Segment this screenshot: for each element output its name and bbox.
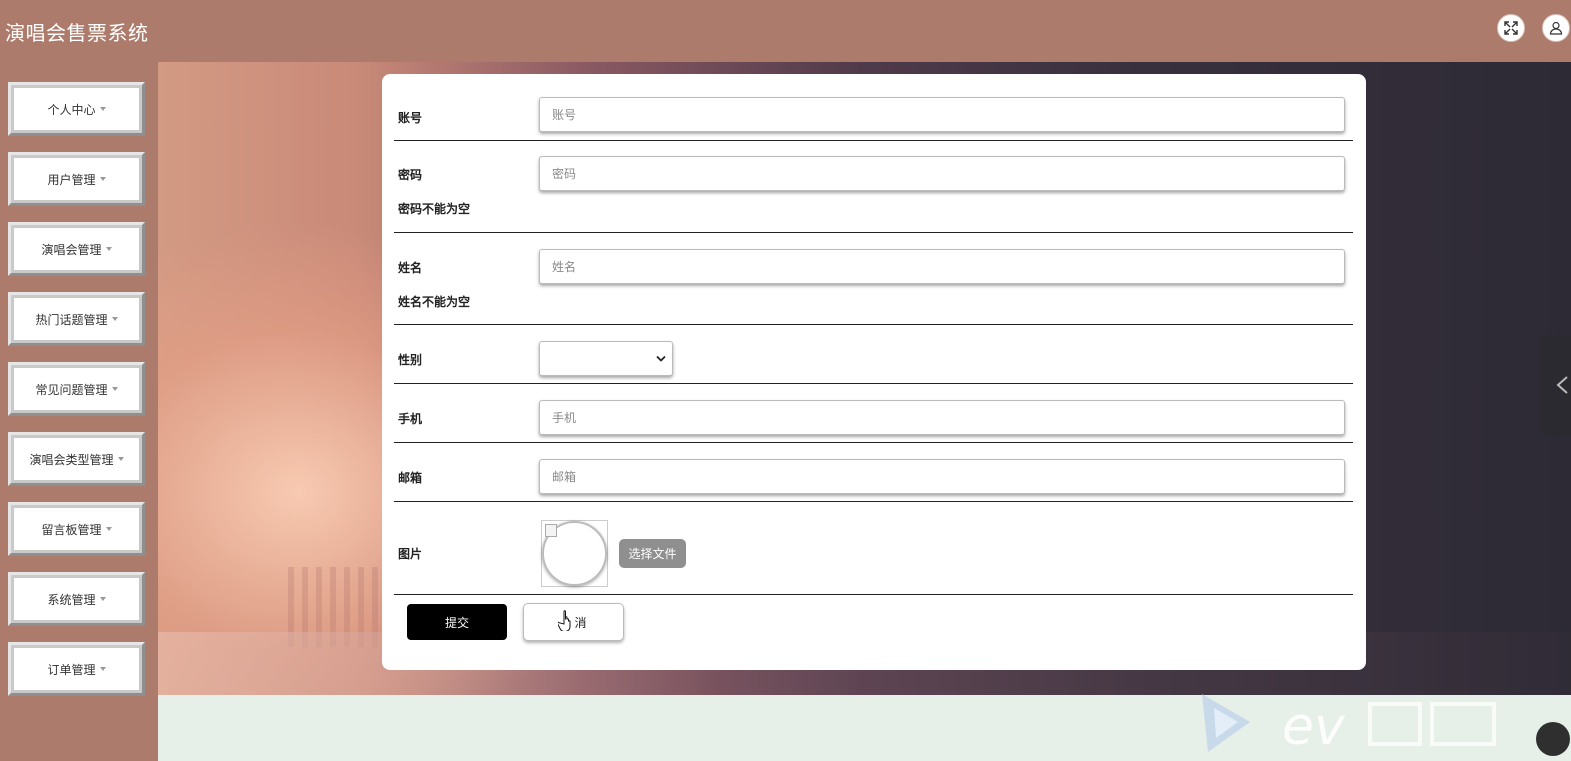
- sidebar-item-hot-topic-management[interactable]: 热门话题管理: [8, 292, 145, 346]
- account-input[interactable]: [539, 97, 1345, 132]
- submit-button[interactable]: 提交: [407, 604, 507, 640]
- sidebar-item-message-board-management[interactable]: 留言板管理: [8, 502, 145, 556]
- sidebar-item-concert-type-management[interactable]: 演唱会类型管理: [8, 432, 145, 486]
- sidebar-item-label: 演唱会管理: [41, 242, 102, 257]
- watermark-logo: ev: [1202, 694, 1496, 756]
- caret-down-icon: [99, 597, 106, 601]
- phone-label: 手机: [398, 412, 423, 426]
- form-row-phone: 手机: [394, 384, 1353, 443]
- gender-select[interactable]: [539, 341, 673, 376]
- broken-image-icon: [545, 524, 557, 537]
- user-form-card: 账号 密码 密码不能为空 姓名 姓名不能为空 性别 手机 邮箱 图片 选择文件 …: [382, 74, 1366, 670]
- caret-down-icon: [117, 457, 124, 461]
- sidebar-item-label: 订单管理: [47, 662, 96, 677]
- sidebar-item-label: 热门话题管理: [35, 312, 108, 327]
- sidebar-item-order-management[interactable]: 订单管理: [8, 642, 145, 696]
- expand-icon: [1504, 21, 1518, 35]
- user-icon: [1549, 21, 1563, 35]
- floating-ball[interactable]: [1536, 722, 1570, 756]
- image-preview: [541, 520, 608, 587]
- gender-label: 性别: [398, 353, 423, 367]
- chevron-down-icon: [656, 355, 666, 362]
- form-row-gender: 性别: [394, 325, 1353, 384]
- sidebar-item-label: 演唱会类型管理: [29, 452, 114, 467]
- name-error: 姓名不能为空: [398, 295, 471, 309]
- password-error: 密码不能为空: [398, 202, 471, 216]
- email-label: 邮箱: [398, 471, 423, 485]
- sidebar-item-system-management[interactable]: 系统管理: [8, 572, 145, 626]
- chevron-left-icon: [1556, 376, 1568, 394]
- caret-down-icon: [99, 177, 106, 181]
- sidebar-item-personal-center[interactable]: 个人中心: [8, 82, 145, 136]
- form-row-email: 邮箱: [394, 443, 1353, 502]
- password-input[interactable]: [539, 156, 1345, 191]
- sidebar: 个人中心 用户管理 演唱会管理 热门话题管理 常见问题管理 演唱会类型管理 留言…: [0, 62, 158, 761]
- caret-down-icon: [111, 387, 118, 391]
- sidebar-item-user-management[interactable]: 用户管理: [8, 152, 145, 206]
- form-row-image: 图片 选择文件: [394, 502, 1353, 595]
- user-button[interactable]: [1542, 14, 1570, 42]
- sidebar-item-label: 系统管理: [47, 592, 96, 607]
- sidebar-item-concert-management[interactable]: 演唱会管理: [8, 222, 145, 276]
- phone-input[interactable]: [539, 400, 1345, 435]
- caret-down-icon: [99, 107, 106, 111]
- caret-down-icon: [111, 317, 118, 321]
- name-label: 姓名: [398, 261, 423, 275]
- image-label: 图片: [398, 547, 423, 561]
- name-input[interactable]: [539, 249, 1345, 284]
- top-header: 演唱会售票系统: [0, 0, 1571, 62]
- hand-cursor-icon: [558, 610, 571, 631]
- fullscreen-button[interactable]: [1497, 14, 1525, 42]
- sidebar-item-label: 用户管理: [47, 172, 96, 187]
- sidebar-item-label: 常见问题管理: [35, 382, 108, 397]
- form-row-name: 姓名 姓名不能为空: [394, 233, 1353, 325]
- caret-down-icon: [99, 667, 106, 671]
- sidebar-item-faq-management[interactable]: 常见问题管理: [8, 362, 145, 416]
- sidebar-item-label: 留言板管理: [41, 522, 102, 537]
- password-label: 密码: [398, 168, 423, 182]
- sidebar-item-label: 个人中心: [47, 102, 96, 117]
- svg-text:ev: ev: [1282, 697, 1346, 756]
- collapse-panel-tab[interactable]: [1541, 335, 1571, 435]
- account-label: 账号: [398, 111, 423, 125]
- form-row-password: 密码 密码不能为空: [394, 141, 1353, 233]
- caret-down-icon: [105, 527, 112, 531]
- form-row-account: 账号: [394, 88, 1353, 141]
- caret-down-icon: [105, 247, 112, 251]
- app-title: 演唱会售票系统: [5, 21, 149, 45]
- choose-file-button[interactable]: 选择文件: [619, 539, 686, 568]
- email-input[interactable]: [539, 459, 1345, 494]
